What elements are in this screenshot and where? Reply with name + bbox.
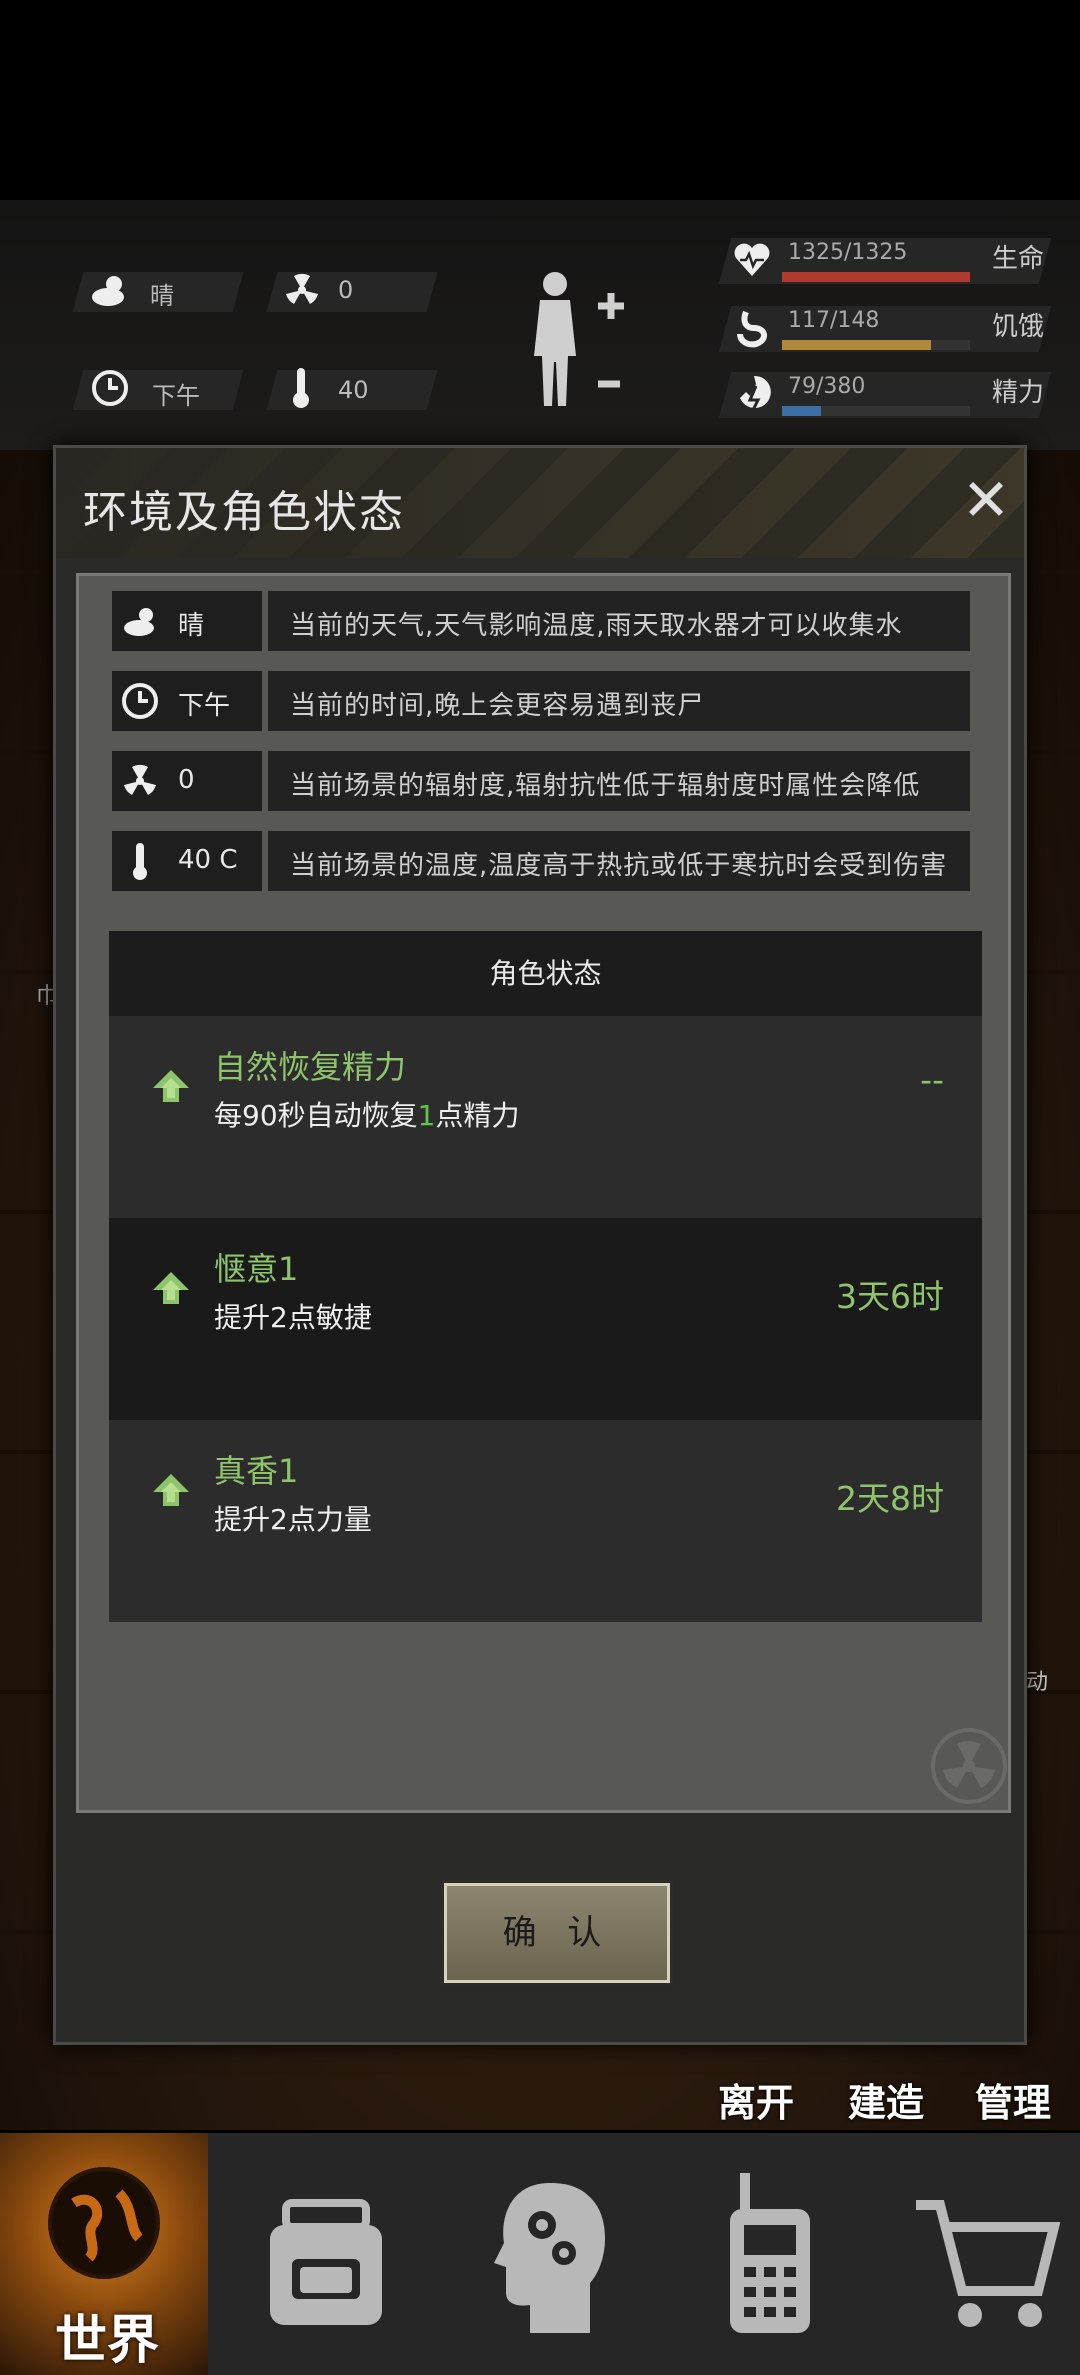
status-name: 自然恢复精力 (214, 1048, 407, 1086)
hunger-value: 117/148 (788, 308, 880, 333)
radiation-watermark-icon (931, 1728, 1007, 1804)
globe-icon (48, 2167, 160, 2279)
status-time: -- (920, 1060, 944, 1099)
radiation-icon (286, 273, 318, 304)
character-body-icon[interactable] (520, 266, 630, 426)
status-item: 真香1 提升2点力量 2天8时 (109, 1420, 982, 1622)
status-name: 真香1 (214, 1452, 299, 1490)
status-item: 自然恢复精力 每90秒自动恢复1点精力 -- (109, 1016, 982, 1218)
env-radiation-value: 0 (178, 765, 195, 795)
close-icon[interactable]: ✕ (956, 470, 1016, 530)
nav-world-tab[interactable]: 世界 (0, 2133, 208, 2375)
build-button[interactable]: 建造 (848, 2072, 924, 2127)
health-bar (782, 272, 970, 282)
hud-radiation-value: 0 (338, 276, 354, 304)
dialog-title: 环境及角色状态 (83, 487, 405, 538)
env-value-cell: 下午 (112, 671, 262, 731)
thermometer-icon (293, 368, 309, 408)
env-temperature-desc: 当前场景的温度,温度高于热抗或低于寒抗时会受到伤害 (290, 851, 948, 881)
heart-icon (734, 243, 770, 276)
energy-bar (782, 406, 970, 416)
status-desc-part: 点精力 (435, 1099, 520, 1132)
env-weather-desc: 当前的天气,天气影响温度,雨天取水器才可以收集水 (290, 611, 903, 641)
env-weather-value: 晴 (178, 611, 205, 641)
brain-skills-icon[interactable] (480, 2163, 620, 2343)
status-name: 惬意1 (214, 1250, 299, 1288)
clock-icon (92, 370, 128, 406)
hud-time-value: 下午 (152, 382, 200, 410)
nav-world-label: 世界 (55, 2311, 160, 2371)
env-desc-cell: 当前场景的温度,温度高于热抗或低于寒抗时会受到伤害 (268, 831, 970, 891)
health-value: 1325/1325 (788, 240, 908, 265)
status-item: 惬意1 提升2点敏捷 3天6时 (109, 1218, 982, 1420)
dialog-panel: 晴 当前的天气,天气影响温度,雨天取水器才可以收集水 下午 当前的时间,晚上会更… (76, 573, 1011, 1813)
stomach-icon (737, 310, 767, 348)
manage-button[interactable]: 管理 (975, 2072, 1051, 2127)
leave-button[interactable]: 离开 (718, 2072, 794, 2127)
weather-sun-cloud-icon (92, 276, 124, 306)
health-label: 生命 (992, 244, 1045, 274)
status-time: 3天6时 (836, 1277, 944, 1316)
env-row-temperature: 40 C 当前场景的温度,温度高于热抗或低于寒抗时会受到伤害 (112, 831, 970, 891)
env-desc-cell: 当前的天气,天气影响温度,雨天取水器才可以收集水 (268, 591, 970, 651)
weather-sun-cloud-icon (124, 608, 154, 636)
game-screen: { "hud": { "weather": "晴", "radiation": … (0, 0, 1080, 2375)
up-arrow-icon (153, 1070, 189, 1102)
status-desc: 提升2点力量 (214, 1503, 372, 1536)
status-header: 角色状态 (109, 931, 982, 1016)
env-value-cell: 40 C (112, 831, 262, 891)
status-desc: 每90秒自动恢复1点精力 (214, 1094, 519, 1134)
up-arrow-icon (153, 1474, 189, 1506)
up-arrow-icon (153, 1272, 189, 1304)
env-time-desc: 当前的时间,晚上会更容易遇到丧尸 (290, 691, 705, 721)
radiation-icon (124, 764, 156, 795)
env-value-cell: 晴 (112, 591, 262, 651)
energy-value: 79/380 (788, 374, 866, 399)
shopping-cart-icon[interactable] (910, 2163, 1060, 2343)
clock-icon (122, 683, 158, 719)
hud-weather-value: 晴 (150, 282, 174, 310)
env-temperature-value: 40 C (178, 845, 238, 875)
hunger-bar-fill (782, 340, 931, 350)
env-radiation-desc: 当前场景的辐射度,辐射抗性低于辐射度时属性会降低 (290, 771, 921, 801)
status-desc-number: 1 (417, 1099, 436, 1132)
radio-icon[interactable] (700, 2163, 840, 2343)
status-desc-part: 每90秒自动恢复 (214, 1099, 418, 1132)
backpack-icon[interactable] (256, 2163, 396, 2343)
thermometer-icon (133, 843, 147, 880)
status-desc: 提升2点敏捷 (214, 1301, 372, 1334)
env-time-value: 下午 (178, 691, 231, 721)
env-value-cell: 0 (112, 751, 262, 811)
env-row-weather: 晴 当前的天气,天气影响温度,雨天取水器才可以收集水 (112, 591, 970, 651)
energy-label: 精力 (992, 378, 1045, 408)
env-row-radiation: 0 当前场景的辐射度,辐射抗性低于辐射度时属性会降低 (112, 751, 970, 811)
env-desc-cell: 当前的时间,晚上会更容易遇到丧尸 (268, 671, 970, 731)
status-dialog: 环境及角色状态 ✕ 晴 当前的天气,天气影响温度,雨天取水器才可以收集水 下午 … (53, 445, 1027, 2045)
energy-icon (740, 375, 771, 413)
status-time: 2天8时 (836, 1479, 944, 1518)
env-row-time: 下午 当前的时间,晚上会更容易遇到丧尸 (112, 671, 970, 731)
status-hud: 晴 0 下午 40 1325/1325 生命 117/148 饥饿 79/380… (0, 200, 1080, 450)
side-label-right: 动 (1026, 1670, 1049, 1695)
hud-temperature-value: 40 (338, 376, 369, 404)
bottom-nav: 世界 (0, 2133, 1080, 2375)
energy-bar-fill (782, 406, 822, 416)
hunger-bar (782, 340, 970, 350)
hunger-label: 饥饿 (992, 312, 1045, 342)
env-desc-cell: 当前场景的辐射度,辐射抗性低于辐射度时属性会降低 (268, 751, 970, 811)
confirm-button[interactable]: 确 认 (444, 1883, 670, 1983)
health-bar-fill (782, 272, 970, 282)
